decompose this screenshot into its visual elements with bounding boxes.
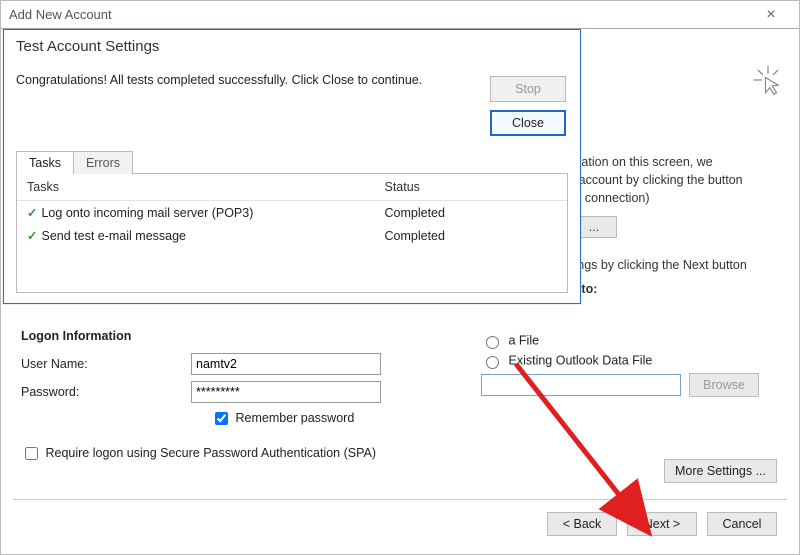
tasks-table: Tasks Status ✓ Log onto incoming mail ser… — [17, 174, 567, 247]
info-panel: s mation on this screen, we r account by… — [571, 129, 781, 298]
close-button[interactable]: Close — [490, 110, 566, 136]
username-label: User Name: — [21, 357, 191, 371]
back-button[interactable]: < Back — [547, 512, 617, 536]
remember-label: Remember password — [235, 411, 354, 425]
browse-button[interactable]: Browse — [689, 373, 759, 397]
table-row: ✓ Log onto incoming mail server (POP3) Co… — [17, 201, 567, 225]
info-line: r account by clicking the button — [571, 171, 781, 189]
task-status: Completed — [375, 201, 568, 225]
spa-row: Require logon using Secure Password Auth… — [21, 444, 461, 463]
radio-new-label-partial: a File — [508, 333, 539, 347]
info-line: tings by clicking the Next button — [571, 256, 781, 274]
info-line: rk connection) — [571, 189, 781, 207]
deliver-to-label: s to: — [571, 280, 781, 298]
spa-label: Require logon using Secure Password Auth… — [45, 446, 376, 460]
task-name: Log onto incoming mail server (POP3) — [41, 206, 253, 220]
password-input[interactable] — [191, 381, 381, 403]
radio-existing-label: Existing Outlook Data File — [508, 353, 652, 367]
logon-section: Logon Information User Name: Password: R… — [21, 329, 461, 463]
close-icon[interactable]: × — [751, 1, 791, 29]
cancel-button[interactable]: Cancel — [707, 512, 777, 536]
window-titlebar: Add New Account × — [1, 1, 799, 29]
password-label: Password: — [21, 385, 191, 399]
footer-buttons: < Back Next > Cancel — [547, 512, 777, 536]
stop-button: Stop — [490, 76, 566, 102]
radio-new-file[interactable] — [486, 336, 499, 349]
col-tasks: Tasks — [17, 174, 375, 201]
remember-row: Remember password — [211, 409, 461, 428]
window-title: Add New Account — [9, 1, 112, 29]
col-status: Status — [375, 174, 568, 201]
remember-checkbox[interactable] — [215, 412, 228, 425]
task-status: Completed — [375, 224, 568, 247]
cursor-star-icon — [751, 63, 785, 97]
username-input[interactable] — [191, 353, 381, 375]
tabs: Tasks Errors Tasks Status ✓ Log onto inco… — [16, 150, 568, 291]
spa-checkbox[interactable] — [25, 447, 38, 460]
radio-existing-file[interactable] — [486, 356, 499, 369]
check-icon: ✓ — [27, 229, 37, 243]
logon-title: Logon Information — [21, 329, 461, 343]
existing-file-path-input[interactable] — [481, 374, 681, 396]
tasks-panel: Tasks Status ✓ Log onto incoming mail ser… — [16, 173, 568, 293]
deliver-to-group: a File Existing Outlook Data File Browse — [481, 329, 771, 397]
next-button[interactable]: Next > — [627, 512, 697, 536]
tab-errors[interactable]: Errors — [73, 151, 133, 174]
footer-separator — [13, 499, 787, 500]
table-row: ✓ Send test e-mail message Completed — [17, 224, 567, 247]
info-header-letter: s — [571, 129, 781, 147]
task-name: Send test e-mail message — [41, 229, 186, 243]
tab-tasks[interactable]: Tasks — [16, 151, 74, 174]
more-settings-button[interactable]: More Settings ... — [664, 459, 777, 483]
dialog-title: Test Account Settings — [4, 30, 580, 59]
check-icon: ✓ — [27, 206, 37, 220]
test-settings-dialog: Test Account Settings Congratulations! A… — [3, 29, 581, 304]
info-line: mation on this screen, we — [571, 153, 781, 171]
